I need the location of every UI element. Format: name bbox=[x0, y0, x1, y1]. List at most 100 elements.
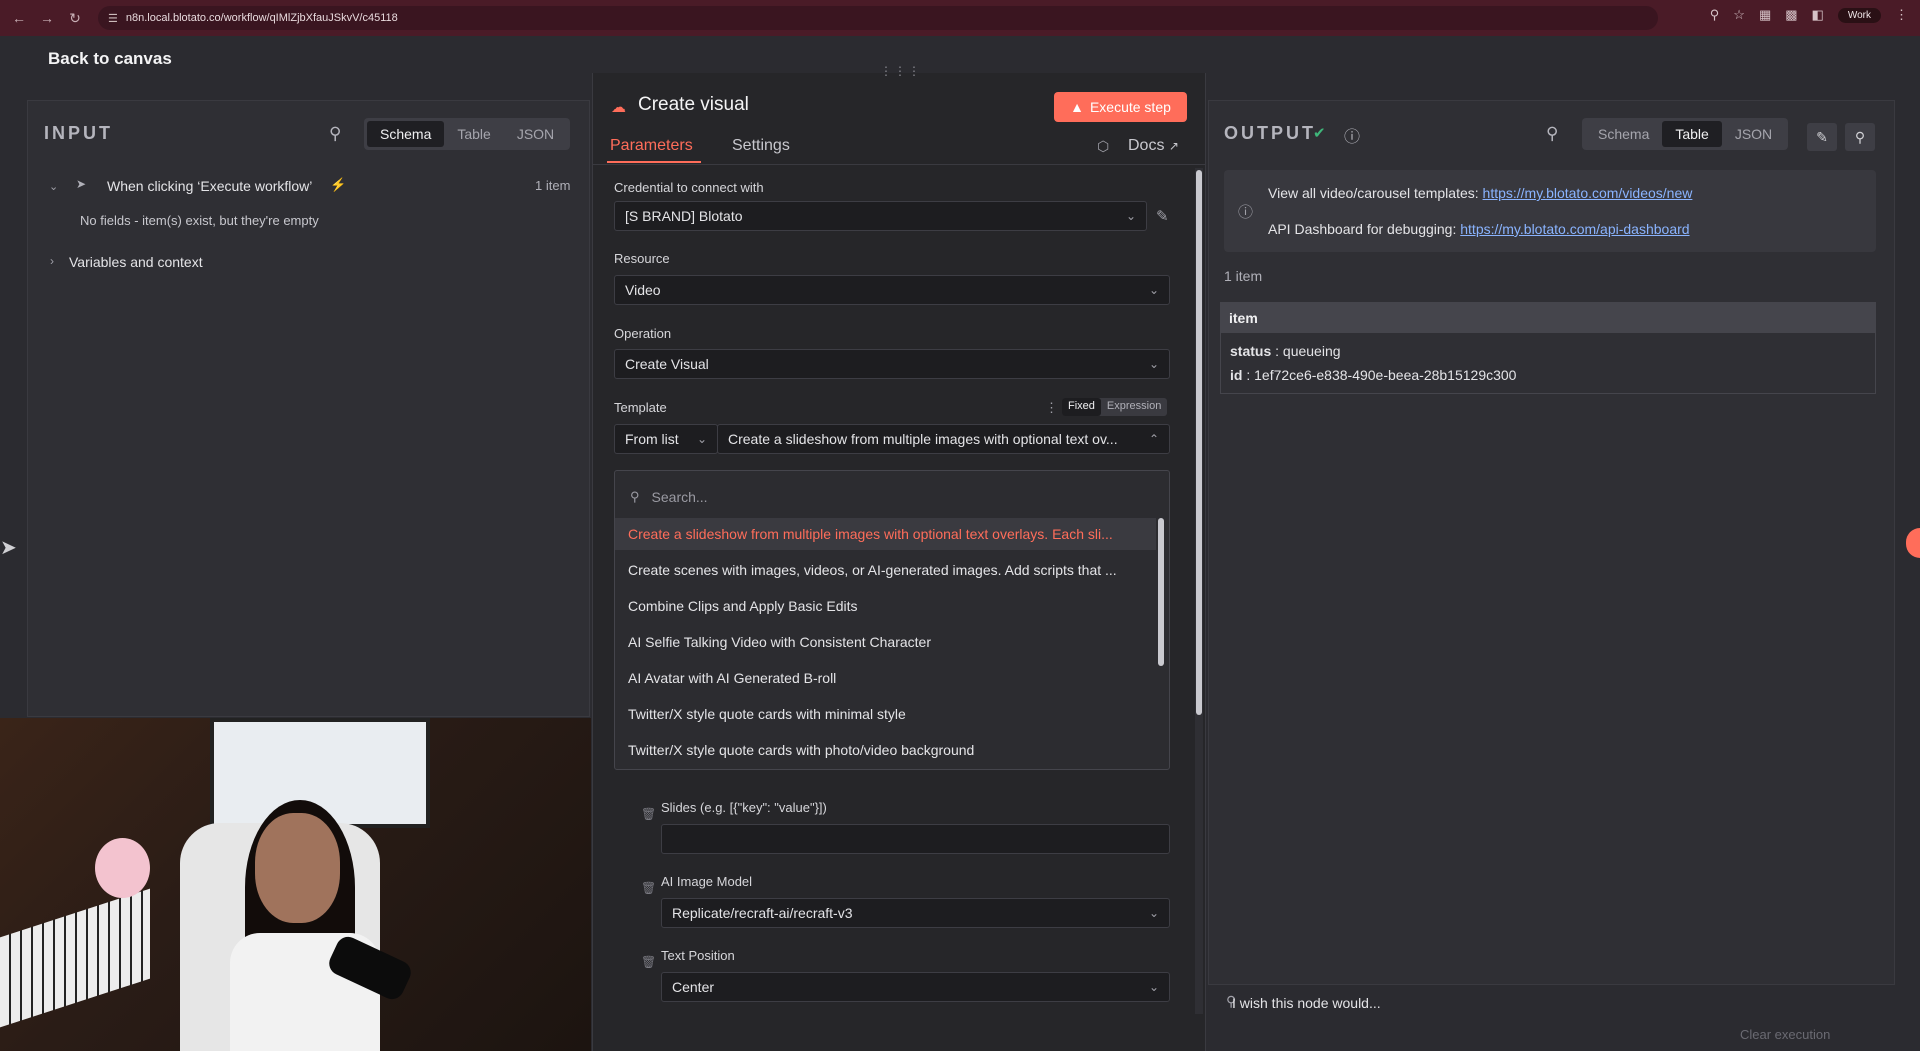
feedback-link[interactable]: I wish this node would... bbox=[1232, 995, 1381, 1011]
modal-divider bbox=[593, 164, 1205, 165]
credential-select[interactable]: [S BRAND] Blotato ⌄ bbox=[614, 201, 1147, 231]
hint-templates-text: View all video/carousel templates: bbox=[1268, 185, 1479, 201]
external-link-icon: ↗ bbox=[1168, 139, 1179, 153]
chevron-down-icon: ⌄ bbox=[696, 432, 707, 446]
delete-slides-trash-icon[interactable]: 🗑 bbox=[641, 807, 656, 821]
site-settings-icon[interactable]: ☰ bbox=[108, 12, 118, 25]
chevron-down-icon: ⌄ bbox=[1125, 209, 1136, 223]
api-dashboard-link[interactable]: https://my.blotato.com/api-dashboard bbox=[1460, 221, 1689, 237]
output-hint-box bbox=[1224, 170, 1876, 252]
execute-step-button[interactable]: ▲ Execute step bbox=[1054, 92, 1187, 122]
active-tab-indicator bbox=[607, 161, 701, 163]
webcam-person-face bbox=[255, 813, 340, 923]
table-row[interactable]: status : queueing id : 1ef72ce6-e838-490… bbox=[1221, 333, 1875, 383]
input-tab-json[interactable]: JSON bbox=[504, 121, 567, 147]
extension-icon[interactable]: ▦ bbox=[1759, 7, 1771, 23]
drag-handle-icon[interactable]: ⋮⋮⋮ bbox=[880, 64, 922, 78]
mode-fixed[interactable]: Fixed bbox=[1062, 398, 1101, 416]
dropdown-option-quote-photo[interactable]: Twitter/X style quote cards with photo/v… bbox=[628, 742, 974, 758]
kv-separator: : bbox=[1246, 367, 1255, 383]
output-tab-table[interactable]: Table bbox=[1662, 121, 1722, 147]
dropdown-option-scenes[interactable]: Create scenes with images, videos, or AI… bbox=[628, 562, 1117, 578]
template-select[interactable]: Create a slideshow from multiple images … bbox=[717, 424, 1170, 454]
id-value: 1ef72ce6-e838-490e-beea-28b15129c300 bbox=[1254, 367, 1517, 383]
chevron-up-icon: ⌃ bbox=[1148, 432, 1159, 446]
template-label: Template bbox=[614, 400, 667, 415]
mode-expression[interactable]: Expression bbox=[1101, 398, 1167, 416]
chevron-down-icon: ⌄ bbox=[1148, 980, 1159, 994]
collapse-chevron-icon[interactable]: ⌄ bbox=[49, 180, 58, 193]
reload-icon[interactable]: ↻ bbox=[64, 7, 86, 29]
chevron-down-icon: ⌄ bbox=[1148, 357, 1159, 371]
tab-parameters[interactable]: Parameters bbox=[610, 137, 693, 155]
delete-text-position-trash-icon[interactable]: 🗑 bbox=[641, 955, 656, 969]
tab-settings[interactable]: Settings bbox=[732, 137, 790, 155]
hint-info-icon: ⓘ bbox=[1238, 204, 1254, 221]
zoom-icon[interactable]: ⚲ bbox=[1710, 7, 1720, 23]
bookmark-star-icon[interactable]: ☆ bbox=[1733, 7, 1745, 23]
success-check-icon: ✔ bbox=[1313, 125, 1326, 142]
expand-chevron-icon[interactable]: › bbox=[50, 254, 54, 268]
templates-link[interactable]: https://my.blotato.com/videos/new bbox=[1483, 185, 1693, 201]
text-position-value: Center bbox=[672, 979, 715, 995]
input-item-count: 1 item bbox=[535, 178, 571, 193]
back-to-canvas-link[interactable]: Back to canvas bbox=[48, 49, 172, 69]
template-dropdown bbox=[614, 470, 1170, 770]
webcam-plush-toy bbox=[95, 838, 150, 898]
chevron-down-icon: ⌄ bbox=[1148, 906, 1159, 920]
output-view-toggle: Schema Table JSON bbox=[1582, 118, 1789, 150]
dropdown-search-input[interactable]: ⚲ Search... bbox=[630, 480, 1158, 514]
side-panel-icon[interactable]: ◧ bbox=[1812, 7, 1824, 23]
ai-image-model-select[interactable]: Replicate/recraft-ai/recraft-v3 ⌄ bbox=[661, 898, 1170, 928]
output-search-icon[interactable]: ⚲ bbox=[1546, 124, 1558, 144]
dropdown-option-slideshow[interactable]: Create a slideshow from multiple images … bbox=[628, 526, 1113, 542]
trigger-node-name[interactable]: When clicking ‘Execute workflow’ bbox=[107, 178, 312, 194]
cube-icon[interactable]: ⬡ bbox=[1097, 138, 1109, 155]
address-bar[interactable]: ☰ n8n.local.blotato.co/workflow/qIMlZjbX… bbox=[98, 6, 1658, 30]
output-tab-json[interactable]: JSON bbox=[1722, 121, 1785, 147]
slides-label: Slides (e.g. [{"key": "value"}]) bbox=[661, 800, 827, 815]
edit-output-pencil-icon[interactable]: ✎ bbox=[1807, 123, 1837, 151]
modal-scrollbar-thumb[interactable] bbox=[1196, 170, 1202, 715]
back-arrow-icon[interactable]: ← bbox=[8, 7, 30, 29]
right-edge-handle[interactable] bbox=[1906, 528, 1920, 558]
left-edge-arrow-icon[interactable]: ➤ bbox=[0, 535, 17, 560]
ai-image-model-label: AI Image Model bbox=[661, 874, 753, 889]
output-tab-schema[interactable]: Schema bbox=[1585, 121, 1662, 147]
dropdown-search-placeholder: Search... bbox=[651, 489, 708, 505]
dropdown-scrollbar[interactable] bbox=[1158, 518, 1164, 666]
operation-value: Create Visual bbox=[625, 356, 709, 372]
variables-and-context[interactable]: Variables and context bbox=[69, 254, 203, 270]
operation-select[interactable]: Create Visual ⌄ bbox=[614, 349, 1170, 379]
dropdown-option-ai-avatar[interactable]: AI Avatar with AI Generated B-roll bbox=[628, 670, 836, 686]
edit-credential-pencil-icon[interactable]: ✎ bbox=[1156, 207, 1169, 225]
resource-select[interactable]: Video ⌄ bbox=[614, 275, 1170, 305]
resource-label: Resource bbox=[614, 251, 670, 266]
dropdown-option-ai-selfie[interactable]: AI Selfie Talking Video with Consistent … bbox=[628, 634, 931, 650]
slides-input[interactable] bbox=[661, 824, 1170, 854]
docs-link[interactable]: Docs ↗ bbox=[1128, 137, 1179, 155]
template-source-select[interactable]: From list ⌄ bbox=[614, 424, 718, 454]
lightning-icon: ⚡ bbox=[330, 177, 347, 192]
input-tab-table[interactable]: Table bbox=[444, 121, 503, 147]
dropdown-option-quote-minimal[interactable]: Twitter/X style quote cards with minimal… bbox=[628, 706, 906, 722]
ai-image-model-value: Replicate/recraft-ai/recraft-v3 bbox=[672, 905, 853, 921]
profile-button[interactable]: Work bbox=[1837, 7, 1881, 23]
text-position-select[interactable]: Center ⌄ bbox=[661, 972, 1170, 1002]
input-tab-schema[interactable]: Schema bbox=[367, 121, 445, 147]
table-header: item bbox=[1221, 303, 1875, 333]
browser-menu-icon[interactable]: ⋮ bbox=[1895, 7, 1908, 23]
info-icon[interactable]: ⓘ bbox=[1344, 123, 1360, 147]
template-options-icon[interactable]: ⋮ bbox=[1045, 400, 1058, 416]
input-search-icon[interactable]: ⚲ bbox=[329, 124, 341, 144]
delete-ai-image-model-trash-icon[interactable]: 🗑 bbox=[641, 881, 656, 895]
url-text: n8n.local.blotato.co/workflow/qIMlZjbXfa… bbox=[125, 12, 398, 24]
forward-arrow-icon[interactable]: → bbox=[36, 7, 58, 29]
node-title[interactable]: Create visual bbox=[638, 94, 749, 116]
pin-data-icon[interactable]: ⚲ bbox=[1845, 123, 1875, 151]
clear-execution-button[interactable]: Clear execution bbox=[1740, 1027, 1830, 1042]
extensions-puzzle-icon[interactable]: ▩ bbox=[1785, 7, 1797, 23]
text-position-label: Text Position bbox=[661, 948, 735, 963]
execute-step-label: Execute step bbox=[1089, 99, 1171, 115]
dropdown-option-combine-clips[interactable]: Combine Clips and Apply Basic Edits bbox=[628, 598, 858, 614]
